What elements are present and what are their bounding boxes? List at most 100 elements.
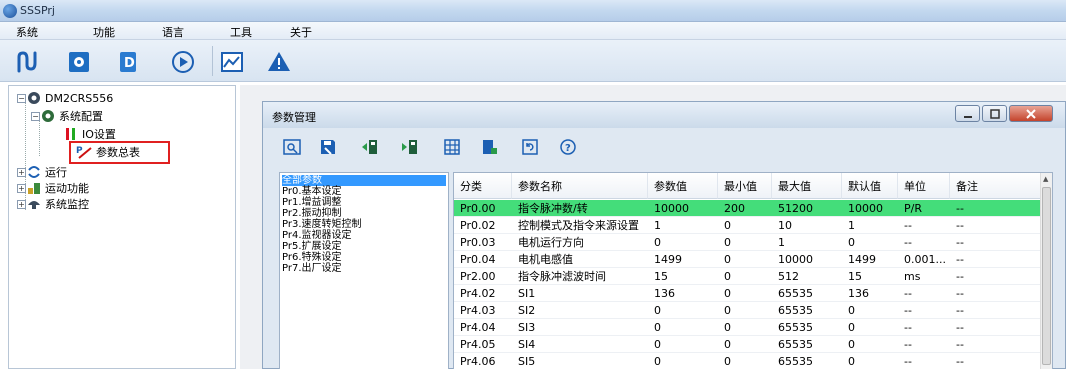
table-row[interactable]: Pr4.06 SI5 0 0 65535 0 -- --	[454, 353, 1042, 369]
tree-item-motion[interactable]: + 运动功能	[17, 180, 89, 196]
export-icon[interactable]	[477, 134, 503, 160]
table-cell: 200	[724, 202, 745, 215]
column-header[interactable]: 参数值	[648, 173, 718, 199]
table-cell: --	[904, 287, 912, 300]
scrollbar-thumb[interactable]	[1042, 187, 1051, 365]
expand-icon[interactable]: +	[17, 183, 26, 193]
table-cell: --	[956, 355, 964, 368]
category-item[interactable]: 全部参数	[282, 175, 446, 186]
play-icon[interactable]	[167, 46, 199, 78]
table-cell[interactable]: 1	[648, 217, 718, 234]
column-header[interactable]: 默认值	[842, 173, 898, 199]
table-cell: 0	[724, 304, 731, 317]
column-header[interactable]: 备注	[950, 173, 1042, 199]
table-cell: SI3	[518, 321, 536, 334]
app-icon	[3, 4, 17, 18]
menu-function[interactable]: 功能	[93, 24, 115, 40]
table-row[interactable]: Pr0.03 电机运行方向 0 0 1 0 -- --	[454, 234, 1042, 251]
param-window-titlebar: 参数管理	[263, 102, 1065, 128]
open-icon[interactable]	[279, 134, 305, 160]
table-cell[interactable]: 1499	[648, 251, 718, 268]
chart-icon[interactable]	[216, 46, 248, 78]
table-row[interactable]: Pr4.04 SI3 0 0 65535 0 -- --	[454, 319, 1042, 336]
table-cell: P/R	[904, 202, 922, 215]
table-cell: 0.001...	[904, 253, 946, 266]
scroll-up-icon[interactable]: ▲	[1043, 175, 1048, 183]
category-item[interactable]: Pr7.出厂设定	[282, 263, 342, 274]
column-header[interactable]: 参数名称	[512, 173, 648, 199]
document-d-icon[interactable]: D	[112, 46, 144, 78]
param-window-title: 参数管理	[272, 111, 316, 124]
save-icon[interactable]	[315, 134, 341, 160]
gear-icon	[42, 110, 54, 122]
wave-icon[interactable]	[12, 46, 44, 78]
menu-bar: 系统 功能 语言 工具 关于	[0, 22, 1066, 40]
toolbar-separator	[212, 46, 213, 76]
table-cell[interactable]: 0	[648, 234, 718, 251]
upload-icon[interactable]	[357, 134, 383, 160]
maximize-button[interactable]	[982, 105, 1007, 122]
download-icon[interactable]	[397, 134, 423, 160]
table-cell[interactable]: 0	[648, 353, 718, 369]
table-row[interactable]: Pr4.03 SI2 0 0 65535 0 -- --	[454, 302, 1042, 319]
table-cell: 0	[724, 355, 731, 368]
table-row[interactable]: Pr0.02 控制模式及指令来源设置 1 0 10 1 -- --	[454, 217, 1042, 234]
table-cell[interactable]: 10000	[648, 200, 718, 217]
tree-item-label: IO设置	[82, 128, 116, 141]
close-button[interactable]	[1009, 105, 1053, 122]
collapse-icon[interactable]: −	[31, 111, 40, 121]
minimize-button[interactable]	[955, 105, 980, 122]
grid-icon[interactable]	[439, 134, 465, 160]
menu-language[interactable]: 语言	[162, 24, 184, 40]
vertical-scrollbar[interactable]: ▲	[1040, 173, 1052, 369]
table-cell: ms	[904, 270, 921, 283]
table-cell: 0	[724, 219, 731, 232]
table-cell: 65535	[778, 287, 813, 300]
tree-item-io-settings[interactable]: IO设置	[63, 126, 116, 142]
table-cell[interactable]: 136	[648, 285, 718, 302]
tree-root[interactable]: − DM2CRS556	[17, 90, 113, 106]
column-header[interactable]: 最小值	[718, 173, 772, 199]
column-header[interactable]: 最大值	[772, 173, 842, 199]
tree-item-monitor[interactable]: + 系统监控	[17, 196, 89, 212]
table-cell: --	[956, 270, 964, 283]
column-header[interactable]: 单位	[898, 173, 950, 199]
category-item[interactable]: Pr4.监视器设定	[282, 230, 352, 241]
menu-system[interactable]: 系统	[16, 24, 38, 40]
collapse-icon[interactable]: −	[17, 93, 26, 103]
table-cell[interactable]: 15	[648, 268, 718, 285]
expand-icon[interactable]: +	[17, 199, 26, 209]
menu-tools[interactable]: 工具	[230, 24, 252, 40]
settings-box-icon[interactable]	[63, 46, 95, 78]
category-item[interactable]: Pr1.增益调整	[282, 197, 342, 208]
table-cell: 1	[778, 236, 785, 249]
table-cell: 10000	[778, 253, 813, 266]
reset-icon[interactable]	[517, 134, 543, 160]
tree-item-run[interactable]: + 运行	[17, 164, 67, 180]
table-row[interactable]: Pr0.04 电机电感值 1499 0 10000 1499 0.001... --	[454, 251, 1042, 268]
table-cell[interactable]: 0	[648, 336, 718, 353]
table-cell: --	[956, 253, 964, 266]
table-cell[interactable]: 0	[648, 319, 718, 336]
table-cell[interactable]: 0	[648, 302, 718, 319]
category-item[interactable]: Pr6.特殊设定	[282, 252, 342, 263]
category-item[interactable]: Pr0.基本设定	[282, 186, 342, 197]
tree-item-label: 运行	[45, 166, 67, 179]
table-cell: Pr0.02	[460, 219, 496, 232]
category-item[interactable]: Pr2.振动抑制	[282, 208, 342, 219]
table-cell: 51200	[778, 202, 813, 215]
svg-text:D: D	[124, 56, 135, 71]
warning-icon[interactable]	[263, 46, 295, 78]
table-cell: 电机电感值	[518, 253, 573, 266]
column-header[interactable]: 分类	[454, 173, 512, 199]
category-item[interactable]: Pr3.速度转矩控制	[282, 219, 362, 230]
expand-icon[interactable]: +	[17, 167, 26, 177]
help-icon[interactable]: ?	[555, 134, 581, 160]
category-item[interactable]: Pr5.扩展设定	[282, 241, 342, 252]
table-row[interactable]: Pr4.05 SI4 0 0 65535 0 -- --	[454, 336, 1042, 353]
table-row[interactable]: Pr2.00 指令脉冲滤波时间 15 0 512 15 ms --	[454, 268, 1042, 285]
table-row[interactable]: Pr0.00 指令脉冲数/转 10000 200 51200 10000 P/R --	[454, 200, 1042, 217]
menu-about[interactable]: 关于	[290, 24, 312, 40]
tree-item-system-config[interactable]: − 系统配置	[31, 108, 103, 124]
table-row[interactable]: Pr4.02 SI1 136 0 65535 136 -- --	[454, 285, 1042, 302]
